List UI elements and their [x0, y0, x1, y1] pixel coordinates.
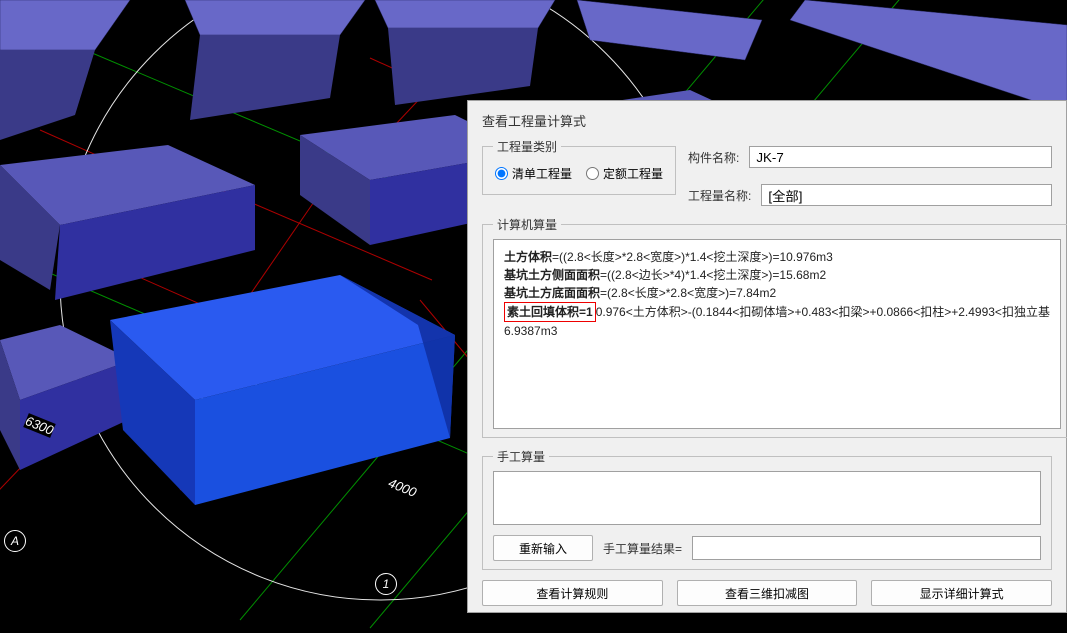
- computer-calc-legend: 计算机算量: [493, 216, 561, 233]
- calc-line2-bold: 基坑土方侧面面积: [504, 268, 600, 282]
- show-detail-calc-button[interactable]: 显示详细计算式: [871, 580, 1052, 606]
- calc-line3-bold: 基坑土方底面面积: [504, 286, 600, 300]
- calc-line4-rest: 0.976<土方体积>-(0.1844<扣砌体墙>+0.483<扣梁>+0.08…: [596, 305, 1050, 319]
- computer-calc-fieldset: 计算机算量 土方体积=((2.8<长度>*2.8<宽度>)*1.4<挖土深度>)…: [482, 216, 1067, 438]
- manual-calc-fieldset: 手工算量 重新输入 手工算量结果=: [482, 448, 1052, 570]
- calc-line3-rest: =(2.8<长度>*2.8<宽度>)=7.84m2: [600, 286, 776, 300]
- calc-line1-rest: =((2.8<长度>*2.8<宽度>)*1.4<挖土深度>)=10.976m3: [552, 250, 833, 264]
- quantity-name-input[interactable]: [761, 184, 1052, 206]
- reenter-button[interactable]: 重新输入: [493, 535, 593, 561]
- grid-badge-a: A: [4, 530, 26, 552]
- radio-quota-quantity-label: 定额工程量: [603, 165, 663, 182]
- component-name-input[interactable]: [749, 146, 1052, 168]
- calc-line5: 6.9387m3: [504, 324, 557, 338]
- calculation-dialog: 查看工程量计算式 工程量类别 清单工程量 定额工程量 构件名称:: [467, 100, 1067, 613]
- calc-line2-rest: =((2.8<边长>*4)*1.4<挖土深度>)=15.68m2: [600, 268, 826, 282]
- computer-calc-box[interactable]: 土方体积=((2.8<长度>*2.8<宽度>)*1.4<挖土深度>)=10.97…: [493, 239, 1061, 429]
- radio-list-quantity-input[interactable]: [495, 167, 508, 180]
- view-rules-button[interactable]: 查看计算规则: [482, 580, 663, 606]
- radio-quota-quantity[interactable]: 定额工程量: [586, 165, 663, 182]
- component-name-label: 构件名称:: [688, 149, 739, 166]
- quantity-category-fieldset: 工程量类别 清单工程量 定额工程量: [482, 138, 676, 195]
- calc-line1-bold: 土方体积: [504, 250, 552, 264]
- manual-result-label: 手工算量结果=: [603, 540, 682, 557]
- radio-quota-quantity-input[interactable]: [586, 167, 599, 180]
- dialog-title: 查看工程量计算式: [482, 111, 1052, 130]
- view-3d-deduction-button[interactable]: 查看三维扣减图: [677, 580, 858, 606]
- calc-line4-hl-text: 素土回填体积=1: [507, 305, 593, 319]
- manual-calc-legend: 手工算量: [493, 448, 549, 465]
- manual-calc-box[interactable]: [493, 471, 1041, 525]
- grid-badge-1: 1: [375, 573, 397, 595]
- quantity-name-label: 工程量名称:: [688, 187, 751, 204]
- quantity-category-legend: 工程量类别: [493, 138, 561, 155]
- radio-list-quantity-label: 清单工程量: [512, 165, 572, 182]
- manual-result-input[interactable]: [692, 536, 1041, 560]
- radio-list-quantity[interactable]: 清单工程量: [495, 165, 572, 182]
- calc-line4-highlight: 素土回填体积=1: [504, 302, 596, 322]
